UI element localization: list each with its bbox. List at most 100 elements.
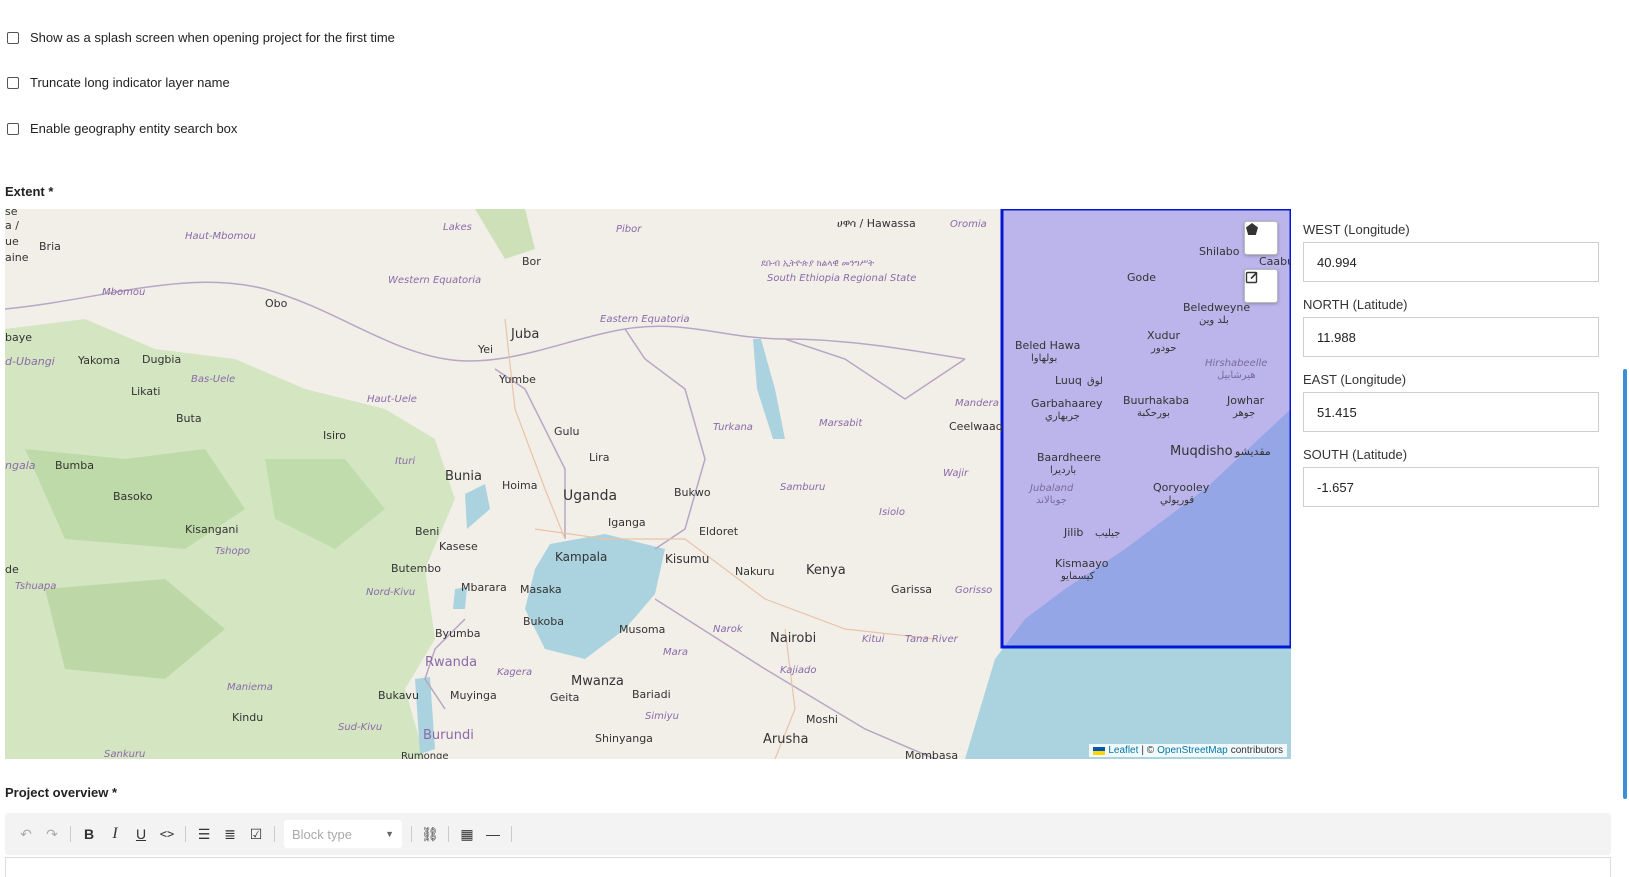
attribution-separator: | © bbox=[1141, 745, 1155, 756]
map-edge-label-2: a / bbox=[5, 219, 19, 232]
geography-search-label: Enable geography entity search box bbox=[30, 121, 238, 136]
map-label-kisangani: Kisangani bbox=[185, 523, 238, 536]
map-edge-label-1: se bbox=[5, 209, 18, 218]
map-label-gorisso: Gorisso bbox=[955, 585, 992, 596]
map-label-maniema: Maniema bbox=[227, 682, 273, 693]
map-label-buurhakaba: Buurhakaba bbox=[1123, 394, 1189, 407]
map-label-lira: Lira bbox=[589, 451, 609, 464]
italic-icon[interactable]: I bbox=[102, 821, 128, 847]
map-label-shinyanga: Shinyanga bbox=[595, 732, 653, 745]
map-label-jowhar-ar: جوهر bbox=[1232, 408, 1255, 419]
map-label-mara: Mara bbox=[663, 647, 688, 658]
map-label-kitui: Kitui bbox=[862, 634, 885, 645]
truncate-name-checkbox[interactable] bbox=[7, 76, 19, 89]
map-label-eldoret: Eldoret bbox=[699, 525, 739, 538]
map-label-yei: Yei bbox=[477, 343, 493, 356]
map-label-oromia: Oromia bbox=[950, 219, 987, 230]
south-label: SOUTH (Latitude) bbox=[1303, 447, 1408, 462]
geography-search-checkbox-row[interactable]: Enable geography entity search box bbox=[7, 121, 237, 136]
map-label-isiro: Isiro bbox=[323, 429, 346, 442]
map-label-baardheere: Baardheere bbox=[1037, 451, 1101, 464]
code-icon[interactable]: <> bbox=[154, 821, 180, 847]
redo-icon[interactable]: ↷ bbox=[39, 821, 65, 847]
map-label-wajir: Wajir bbox=[943, 468, 969, 479]
bullet-list-icon[interactable]: ☰ bbox=[191, 821, 217, 847]
map-label-muyinga: Muyinga bbox=[450, 689, 497, 702]
geography-search-checkbox[interactable] bbox=[7, 122, 19, 135]
map-label-yumbe: Yumbe bbox=[498, 373, 536, 386]
toolbar-divider bbox=[274, 826, 275, 842]
map-label-yakoma: Yakoma bbox=[77, 354, 120, 367]
map-label-garissa: Garissa bbox=[891, 583, 932, 596]
bold-icon[interactable]: B bbox=[76, 821, 102, 847]
numbered-list-icon[interactable]: ≣ bbox=[217, 821, 243, 847]
map-label-mogadishu: Muqdisho bbox=[1170, 444, 1233, 459]
map-label-garbahaarey-ar: جربهاري bbox=[1045, 411, 1080, 422]
map-canvas[interactable]: Juba Uganda Kampala Kenya Nairobi Muqdis… bbox=[5, 209, 1291, 759]
map-label-bukwo: Bukwo bbox=[674, 486, 711, 499]
map-label-bria: Bria bbox=[39, 240, 61, 253]
editor-toolbar: ↶ ↷ B I U <> ☰ ≣ ☑ Block type ▼ ⛓ ▦ — bbox=[5, 813, 1611, 855]
map-label-gulu: Gulu bbox=[554, 425, 580, 438]
map-label-buurhakaba-ar: بورحكبة bbox=[1137, 408, 1170, 419]
map-label-gode: Gode bbox=[1127, 271, 1156, 284]
underline-icon[interactable]: U bbox=[128, 821, 154, 847]
map-label-kenya: Kenya bbox=[806, 563, 846, 578]
map-label-kasese: Kasese bbox=[439, 540, 478, 553]
check-list-icon[interactable]: ☑ bbox=[243, 821, 269, 847]
map-label-turkana: Turkana bbox=[713, 422, 753, 433]
map-label-garbahaarey: Garbahaarey bbox=[1031, 397, 1103, 410]
map-label-mbomou: Mbomou bbox=[102, 287, 145, 298]
map-label-tshuapa: Tshuapa bbox=[15, 581, 56, 592]
splash-screen-checkbox[interactable] bbox=[7, 31, 19, 44]
map-label-xudur: Xudur bbox=[1147, 329, 1180, 342]
extent-coordinates: WEST (Longitude) NORTH (Latitude) EAST (… bbox=[1303, 222, 1599, 522]
map-label-kagera: Kagera bbox=[497, 667, 532, 678]
truncate-name-checkbox-row[interactable]: Truncate long indicator layer name bbox=[7, 75, 230, 90]
map-label-sud-kivu: Sud-Kivu bbox=[338, 722, 382, 733]
horizontal-rule-icon[interactable]: — bbox=[480, 821, 506, 847]
west-label: WEST (Longitude) bbox=[1303, 222, 1410, 237]
map-label-narok: Narok bbox=[713, 624, 744, 635]
map-label-arusha: Arusha bbox=[763, 732, 808, 747]
extent-map[interactable]: Juba Uganda Kampala Kenya Nairobi Muqdis… bbox=[5, 209, 1291, 759]
map-label-qoryooley: Qoryooley bbox=[1153, 481, 1210, 494]
truncate-name-label: Truncate long indicator layer name bbox=[30, 75, 230, 90]
north-input[interactable] bbox=[1303, 317, 1599, 357]
map-label-tshopo: Tshopo bbox=[215, 546, 250, 557]
link-icon[interactable]: ⛓ bbox=[417, 821, 443, 847]
map-label-bukavu: Bukavu bbox=[378, 689, 419, 702]
map-label-jilib: Jilib bbox=[1063, 526, 1083, 539]
map-label-ceelwaaq: Ceelwaaq bbox=[949, 420, 1003, 433]
splash-screen-checkbox-row[interactable]: Show as a splash screen when opening pro… bbox=[7, 30, 395, 45]
project-overview-editor[interactable] bbox=[5, 857, 1611, 877]
map-edge-label-7: ngala bbox=[5, 459, 36, 472]
block-type-select[interactable]: Block type ▼ bbox=[284, 820, 402, 848]
map-label-mwanza: Mwanza bbox=[571, 674, 624, 689]
map-edge-label-6: d-Ubangi bbox=[5, 355, 55, 368]
map-label-haut-uele: Haut-Uele bbox=[367, 394, 417, 405]
map-label-luuq: Luuq bbox=[1055, 374, 1082, 387]
edit-layers-button[interactable] bbox=[1244, 269, 1278, 303]
map-label-qoryooley-ar: قوريولي bbox=[1160, 495, 1194, 506]
map-label-hirshabeelle-ar: هيرشابيل bbox=[1217, 370, 1256, 381]
west-input[interactable] bbox=[1303, 242, 1599, 282]
map-label-geita: Geita bbox=[550, 691, 579, 704]
page-scrollbar[interactable] bbox=[1623, 369, 1627, 799]
east-input[interactable] bbox=[1303, 392, 1599, 432]
map-label-hirshabeelle: Hirshabeelle bbox=[1205, 358, 1267, 369]
undo-icon[interactable]: ↶ bbox=[13, 821, 39, 847]
map-label-south-ethiopia-am: ደቡብ ኢትዮጵያ ክልላዊ መንግሥት bbox=[761, 259, 874, 269]
openstreetmap-link[interactable]: OpenStreetMap bbox=[1157, 745, 1228, 756]
draw-polygon-button[interactable] bbox=[1244, 221, 1278, 255]
map-label-kismaayo: Kismaayo bbox=[1055, 557, 1109, 570]
map-label-obo: Obo bbox=[265, 297, 288, 310]
table-icon[interactable]: ▦ bbox=[454, 821, 480, 847]
south-input[interactable] bbox=[1303, 467, 1599, 507]
map-label-iganga: Iganga bbox=[608, 516, 646, 529]
map-label-simiyu: Simiyu bbox=[645, 711, 679, 722]
toolbar-divider bbox=[411, 826, 412, 842]
map-label-kismaayo-ar: كيسمايو bbox=[1060, 571, 1095, 582]
toolbar-divider bbox=[448, 826, 449, 842]
leaflet-link[interactable]: Leaflet bbox=[1108, 745, 1138, 756]
